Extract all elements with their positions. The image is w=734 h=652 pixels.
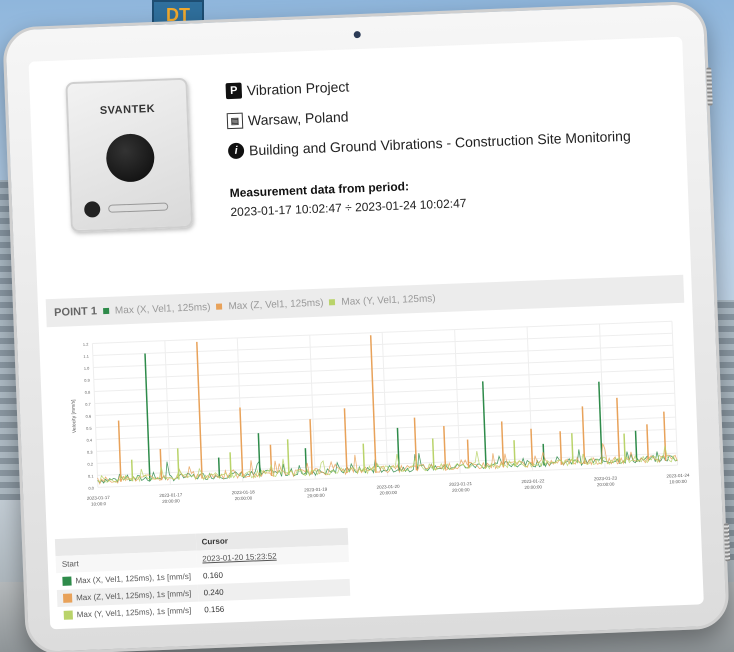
series-peak <box>257 433 261 477</box>
y-tick-label: 0.0 <box>88 486 95 491</box>
series-peak <box>117 420 122 482</box>
x-tick-label: 20:00:00 <box>452 487 470 493</box>
series-peak <box>239 407 244 478</box>
project-description: Building and Ground Vibrations - Constru… <box>248 127 631 159</box>
device-photo: SVANTEK <box>65 77 194 233</box>
series-peak <box>431 438 435 470</box>
legend-series-z[interactable]: Max (Z, Vel1, 125ms) <box>228 297 323 312</box>
legend-swatch-z <box>216 303 223 310</box>
vibration-chart[interactable]: 0.0 0.1 0.2 0.3 0.4 0.5 0.6 0.7 0.8 0.9 1.0 1.1 1.2 2… <box>47 313 692 533</box>
series-peak <box>623 433 626 463</box>
y-tick-label: 0.6 <box>86 414 93 419</box>
device-sensor-knob <box>105 133 156 183</box>
x-tick-label: 2023-01-21 <box>449 481 473 487</box>
x-tick-label: 2023-01-23 <box>594 475 618 481</box>
x-tick-label: 2023-01-17 <box>159 492 183 498</box>
series-peak <box>130 459 134 482</box>
x-tick-label: 20:00:00 <box>307 493 325 499</box>
y-tick-label: 1.2 <box>83 342 90 347</box>
x-tick-label: 20:00:00 <box>524 484 542 490</box>
x-tick-label: 2023-01-20 <box>377 484 401 490</box>
series-peak <box>286 439 290 476</box>
y-tick-label: 1.1 <box>83 354 90 359</box>
series-peak <box>269 444 273 476</box>
series-peak <box>196 341 203 479</box>
camera-icon <box>353 30 361 39</box>
project-icon: P <box>225 82 243 100</box>
x-tick-label: 2023-01-22 <box>521 478 545 484</box>
table-row-name: Max (Y, Vel1, 125ms), 1s [mm/s] <box>76 605 192 620</box>
x-tick-label: 10:00:0 <box>91 501 107 507</box>
series-swatch-icon <box>63 610 73 620</box>
series-peak <box>598 381 603 464</box>
tablet-frame: SVANTEK P Vibration Project ▤ Warsaw, Po… <box>2 0 731 652</box>
y-tick-label: 0.7 <box>85 402 92 407</box>
legend-swatch-x <box>102 307 110 315</box>
device-brand-label: SVANTEK <box>99 102 156 118</box>
project-info: P Vibration Project ▤ Warsaw, Poland i B… <box>225 59 678 219</box>
series-swatch-icon <box>62 593 73 604</box>
legend-series-y[interactable]: Max (Y, Vel1, 125ms) <box>341 293 436 308</box>
x-tick-label: 10:00:00 <box>669 479 687 485</box>
y-axis-label: Velocity [mm/s] <box>71 399 78 433</box>
x-tick-label: 2023-01-17 <box>87 495 111 501</box>
x-tick-label: 2023-01-24 <box>666 473 690 479</box>
side-button-top <box>706 67 713 106</box>
y-tick-label: 0.8 <box>85 390 92 395</box>
series-peak <box>229 452 232 478</box>
info-icon: i <box>227 142 245 160</box>
series-peak <box>217 457 221 478</box>
map-icon: ▤ <box>226 112 244 130</box>
series-peak <box>309 419 313 475</box>
x-tick-label: 20:00:00 <box>597 482 615 488</box>
device-led-strip <box>108 202 169 213</box>
y-tick-label: 0.9 <box>84 378 91 383</box>
project-title: Vibration Project <box>246 78 350 99</box>
x-tick-label: 20:00:00 <box>379 490 397 496</box>
x-tick-label: 20:00:00 <box>235 495 253 501</box>
project-location: Warsaw, Poland <box>247 108 349 129</box>
y-tick-label: 0.5 <box>86 426 93 431</box>
series-peak <box>559 431 563 465</box>
table-row-name: Max (Z, Vel1, 125ms), 1s [mm/s] <box>75 588 192 603</box>
legend-point-label: POINT 1 <box>53 305 98 319</box>
y-tick-label: 0.2 <box>87 462 94 467</box>
series-peak <box>369 335 377 472</box>
table-row-name: Max (X, Vel1, 125ms), 1s [mm/s] <box>75 571 192 586</box>
legend-series-x[interactable]: Max (X, Vel1, 125ms) <box>115 301 211 316</box>
vibration-chart-svg[interactable]: 0.0 0.1 0.2 0.3 0.4 0.5 0.6 0.7 0.8 0.9 1.0 1.1 1.2 2… <box>47 313 692 533</box>
y-tick-label: 0.1 <box>88 474 95 479</box>
series-peak <box>513 440 516 467</box>
y-tick-label: 0.4 <box>86 438 93 443</box>
x-tick-label: 20:00:00 <box>162 498 180 504</box>
series-swatch-icon <box>62 576 72 587</box>
tablet-screen: SVANTEK P Vibration Project ▤ Warsaw, Po… <box>28 36 704 630</box>
x-tick-label: 2023-01-18 <box>232 489 256 495</box>
y-tick-label: 1.0 <box>84 366 91 371</box>
device-connector <box>83 201 101 218</box>
y-tick-label: 0.3 <box>87 450 94 455</box>
cursor-table: Cursor Start 2023-01-20 15:23:52 Max (X,… <box>54 527 351 624</box>
series-peak <box>443 426 447 470</box>
x-tick-label: 2023-01-19 <box>304 487 328 493</box>
series-peak <box>159 448 163 481</box>
legend-swatch-y <box>329 299 336 306</box>
